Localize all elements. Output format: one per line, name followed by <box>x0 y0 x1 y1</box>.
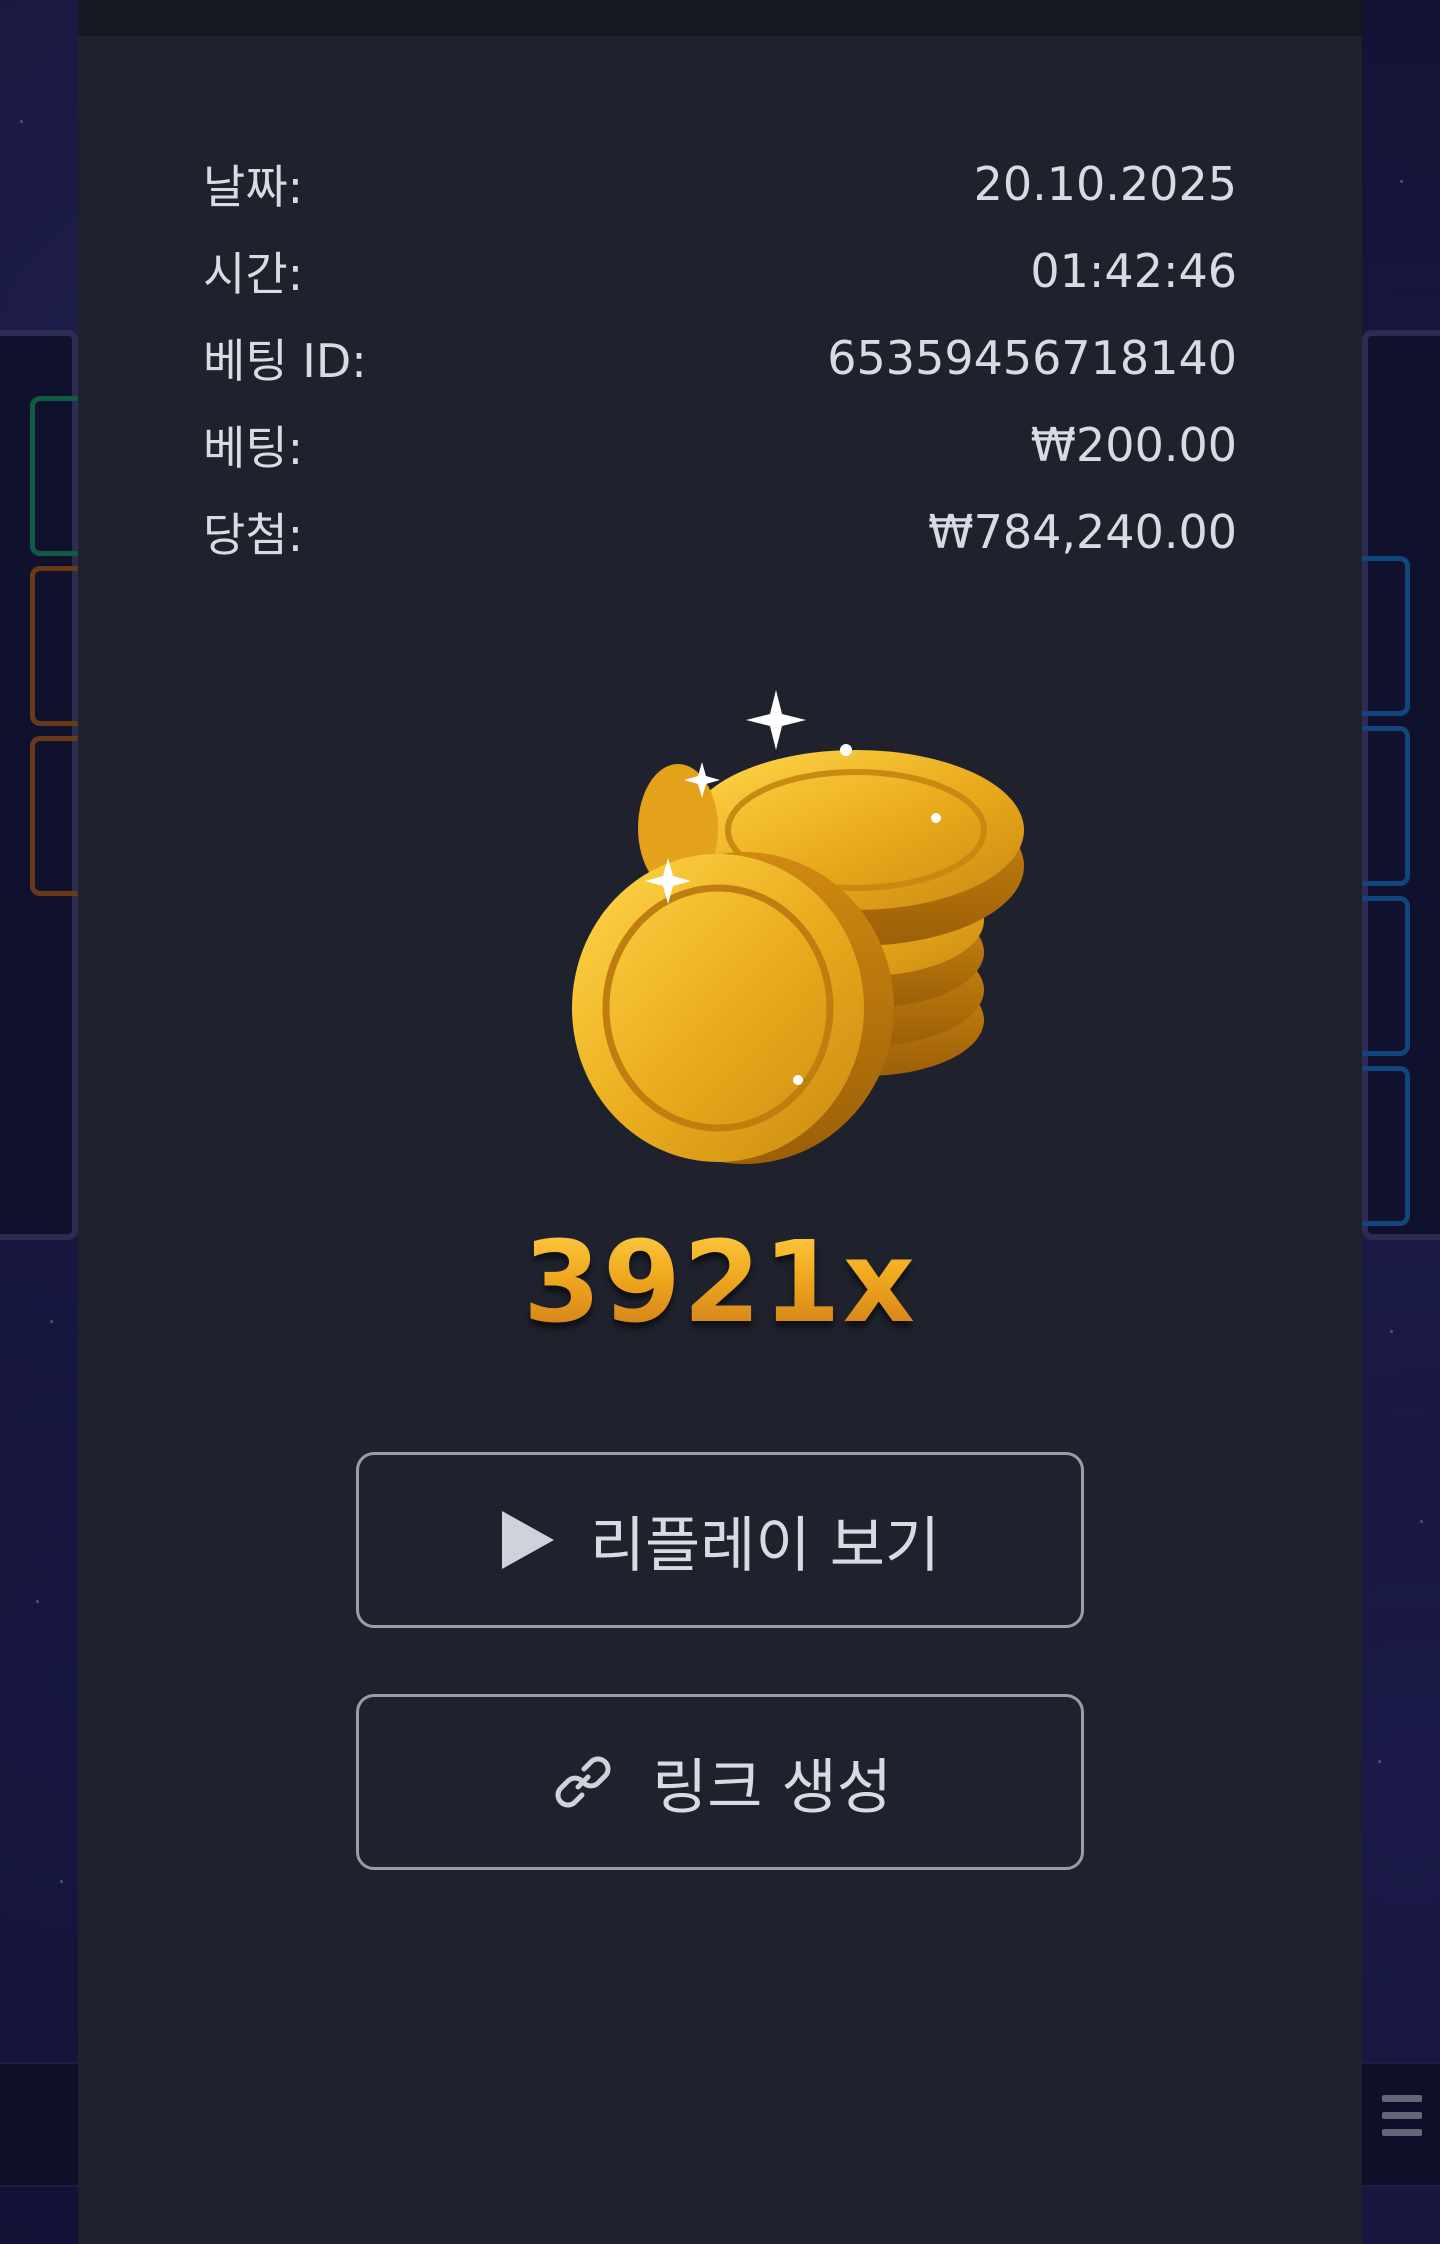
gold-coins-icon <box>572 690 1024 1164</box>
bet-id-label: 베팅 ID: <box>203 333 367 388</box>
win-amount-value: ₩784,240.00 <box>928 504 1237 559</box>
win-amount-row: 당첨: ₩784,240.00 <box>203 488 1237 575</box>
date-row: 날짜: 20.10.2025 <box>203 140 1237 227</box>
bet-id-value: 65359456718140 <box>827 330 1237 385</box>
bet-amount-label: 베팅: <box>203 420 304 475</box>
date-value: 20.10.2025 <box>973 156 1237 211</box>
bet-details-panel: 날짜: 20.10.2025 시간: 01:42:46 베팅 ID: 65359… <box>78 0 1362 2244</box>
time-label: 시간: <box>203 246 304 301</box>
win-multiplier: 3921x <box>78 1218 1362 1348</box>
win-amount-label: 당첨: <box>203 507 304 562</box>
bet-amount-value: ₩200.00 <box>1030 417 1237 472</box>
create-link-button-label: 링크 생성 <box>652 1752 892 1823</box>
bet-id-row: 베팅 ID: 65359456718140 <box>203 314 1237 401</box>
time-value: 01:42:46 <box>1030 243 1237 298</box>
time-row: 시간: 01:42:46 <box>203 227 1237 314</box>
create-link-button[interactable]: 링크 생성 <box>356 1694 1084 1870</box>
play-icon <box>500 1509 556 1571</box>
replay-button-label: 리플레이 보기 <box>589 1510 941 1581</box>
replay-button[interactable]: 리플레이 보기 <box>356 1452 1084 1628</box>
link-icon <box>548 1747 618 1817</box>
date-label: 날짜: <box>203 159 304 214</box>
panel-top-strip <box>78 0 1362 36</box>
bet-info-table: 날짜: 20.10.2025 시간: 01:42:46 베팅 ID: 65359… <box>203 140 1237 575</box>
bet-amount-row: 베팅: ₩200.00 <box>203 401 1237 488</box>
